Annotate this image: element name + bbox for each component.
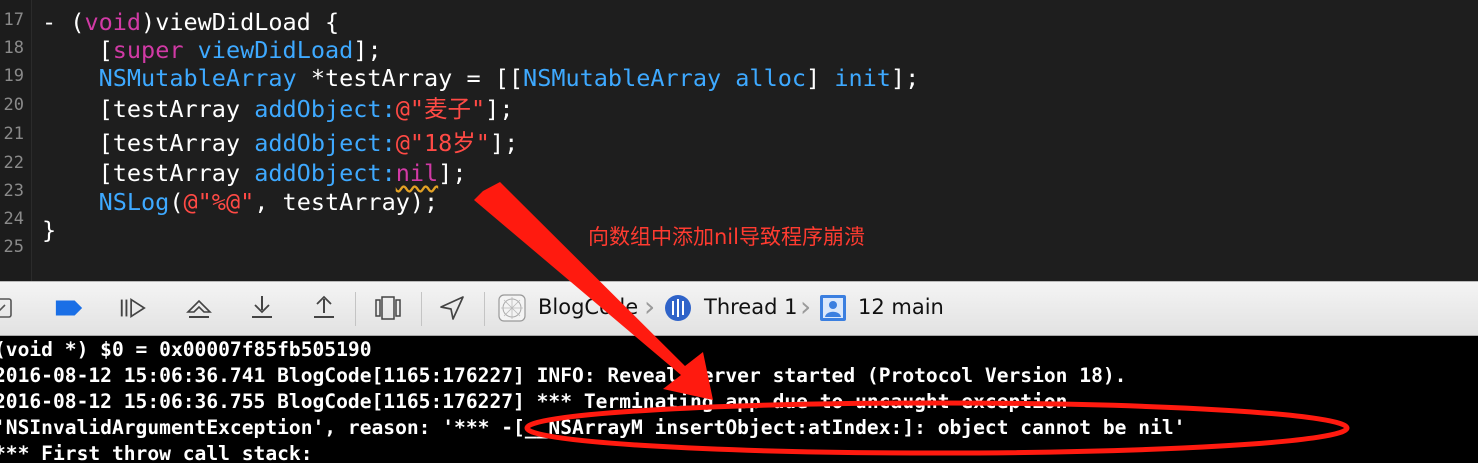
code-line[interactable]: [testArray addObject:nil];	[42, 159, 467, 187]
code-token: addObject:	[254, 159, 396, 187]
line-number: 21	[3, 124, 24, 144]
app-crumb-icon-wrap[interactable]	[497, 293, 527, 323]
code-line[interactable]: [testArray addObject:@"18岁"];	[42, 129, 519, 157]
code-token: NSMutableArray	[98, 64, 297, 92]
code-token: [testArray	[42, 95, 255, 123]
code-line[interactable]: }	[42, 216, 56, 244]
thread-icon	[665, 295, 691, 321]
breakpoint-toggle-icon	[55, 300, 83, 316]
debug-view-hierarchy-button[interactable]	[373, 293, 403, 323]
step-over-button[interactable]	[184, 293, 214, 323]
console-line: 'NSInvalidArgumentException', reason: '*…	[0, 416, 1186, 439]
code-token: ];	[485, 95, 514, 123]
code-line[interactable]: NSMutableArray *testArray = [[NSMutableA…	[42, 64, 920, 92]
breakpoints-toggle-button[interactable]	[54, 293, 84, 323]
step-out-button[interactable]	[309, 293, 339, 323]
continue-icon	[120, 298, 146, 318]
code-token: super	[112, 36, 184, 64]
line-number: 19	[3, 66, 24, 86]
code-token: addObject:	[254, 95, 396, 123]
chevron-right-icon: ›	[800, 290, 812, 323]
code-token: @"%@"	[183, 188, 255, 216]
view-hierarchy-icon	[375, 296, 401, 320]
code-token: [testArray	[42, 159, 255, 187]
app-icon	[498, 294, 526, 322]
line-number: 18	[3, 38, 24, 58]
panel-toggle-icon	[0, 298, 12, 318]
console-line: (void *) $0 = 0x00007f85fb505190	[0, 338, 372, 361]
code-token: ]	[806, 64, 835, 92]
chevron-right-icon: ›	[644, 290, 656, 323]
code-token: viewDidLoad	[197, 36, 354, 64]
hide-debug-area-button[interactable]	[0, 293, 16, 323]
code-editor[interactable]: 17 18 19 20 21 22 23 24 25 - (void)viewDidLoad {…	[0, 0, 1478, 281]
code-token: , testArray);	[254, 188, 439, 216]
code-token: ];	[489, 129, 519, 157]
console-line: *** First throw call stack:	[0, 442, 313, 463]
code-token: *testArray = [[	[296, 64, 524, 92]
line-number: 17	[3, 10, 24, 30]
line-number: 22	[3, 153, 24, 173]
code-token: init	[834, 64, 891, 92]
code-token: )viewDidLoad {	[141, 8, 340, 36]
step-over-icon	[186, 299, 212, 318]
line-number: 20	[3, 95, 24, 115]
code-line[interactable]: NSLog(@"%@", testArray);	[42, 188, 439, 216]
debug-console[interactable]: (void *) $0 = 0x00007f85fb505190 2016-08…	[0, 336, 1478, 463]
breadcrumb-thread[interactable]: Thread 1	[704, 295, 797, 319]
debug-toolbar: BlogCode › Thread 1 › 12 main	[0, 281, 1478, 336]
code-token: @"18岁"	[395, 129, 490, 157]
code-token: (	[169, 188, 184, 216]
console-line: 2016-08-12 15:06:36.755 BlogCode[1165:17…	[0, 390, 1068, 413]
step-into-button[interactable]	[247, 293, 277, 323]
breadcrumb-frame[interactable]: 12 main	[858, 295, 944, 319]
breadcrumb-app[interactable]: BlogCode	[538, 295, 638, 319]
step-out-icon	[314, 295, 334, 318]
frame-icon	[820, 295, 846, 321]
code-token: void	[84, 8, 142, 36]
code-token: nil	[395, 159, 439, 187]
step-into-icon	[252, 296, 272, 318]
code-token: alloc	[735, 64, 807, 92]
code-token: NSMutableArray	[523, 64, 722, 92]
code-token: ];	[890, 64, 920, 92]
code-line[interactable]: [testArray addObject:@"麦子"];	[42, 95, 514, 123]
line-number: 23	[3, 181, 24, 201]
code-token: - (	[42, 8, 85, 36]
frame-crumb-icon-wrap[interactable]	[818, 293, 848, 323]
code-token: NSLog	[98, 188, 170, 216]
console-line: 2016-08-12 15:06:36.741 BlogCode[1165:17…	[0, 364, 1127, 387]
code-token: addObject:	[254, 129, 396, 157]
line-number: 24	[3, 209, 24, 229]
code-token: ];	[438, 159, 467, 187]
location-icon	[440, 296, 464, 320]
code-token: [	[42, 36, 113, 64]
code-line[interactable]: - (void)viewDidLoad {	[42, 8, 339, 36]
code-token: }	[42, 216, 57, 244]
code-token: @"麦子"	[395, 95, 486, 123]
code-token: ];	[353, 36, 382, 64]
continue-button[interactable]	[118, 293, 148, 323]
thread-crumb-icon-wrap[interactable]	[663, 293, 693, 323]
line-number: 25	[3, 237, 24, 257]
code-token: [testArray	[42, 129, 255, 157]
simulate-location-button[interactable]	[437, 293, 467, 323]
code-line[interactable]: [super viewDidLoad];	[42, 36, 382, 64]
annotation-text: 向数组中添加nil导致程序崩溃	[588, 225, 865, 249]
line-number-gutter: 17 18 19 20 21 22 23 24 25	[0, 0, 32, 281]
